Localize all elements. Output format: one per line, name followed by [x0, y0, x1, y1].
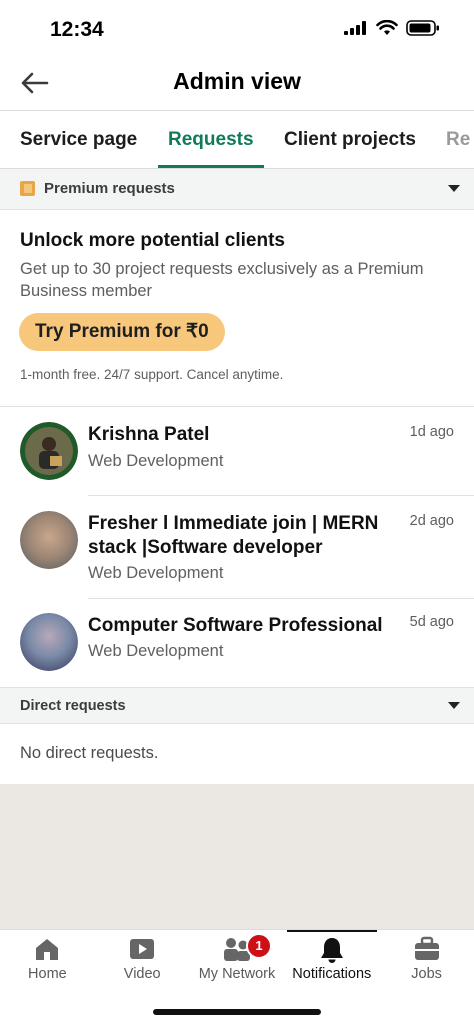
- request-row[interactable]: Computer Software Professional Web Devel…: [0, 599, 474, 687]
- chevron-down-icon: [448, 185, 460, 192]
- home-indicator: [153, 1009, 321, 1015]
- nav-my-network-label: My Network: [198, 966, 276, 982]
- page-title: Admin view: [173, 68, 301, 94]
- battery-icon: [406, 20, 439, 36]
- nav-jobs-label: Jobs: [411, 966, 442, 982]
- try-premium-button[interactable]: Try Premium for ₹0: [19, 313, 225, 351]
- request-name: Krishna Patel: [88, 424, 210, 445]
- premium-requests-label: Premium requests: [44, 180, 175, 197]
- status-icons: [344, 20, 440, 36]
- nav-notifications[interactable]: Notifications: [284, 930, 379, 990]
- signal-icon: [344, 21, 366, 35]
- nav-jobs[interactable]: Jobs: [379, 930, 474, 990]
- bell-icon: [320, 938, 343, 963]
- request-category: Web Development: [88, 642, 224, 660]
- nav-home[interactable]: Home: [0, 930, 95, 990]
- direct-requests-header[interactable]: Direct requests: [0, 687, 474, 724]
- nav-notifications-label: Notifications: [292, 966, 372, 982]
- premium-requests-header[interactable]: Premium requests: [0, 169, 474, 210]
- status-time: 12:34: [50, 18, 104, 41]
- premium-icon: [20, 181, 35, 196]
- briefcase-icon: [414, 936, 439, 960]
- request-category: Web Development: [88, 564, 224, 582]
- request-category: Web Development: [88, 452, 224, 470]
- tab-service-page[interactable]: Service page: [20, 129, 137, 151]
- request-row[interactable]: Fresher l Immediate join | MERN stack |S…: [0, 496, 474, 598]
- home-icon: [36, 939, 59, 960]
- nav-video[interactable]: Video: [95, 930, 190, 990]
- empty-state-text: No direct requests.: [20, 744, 159, 762]
- chevron-down-icon: [448, 702, 460, 709]
- tab-client-projects[interactable]: Client projects: [284, 129, 416, 151]
- nav-video-label: Video: [123, 966, 161, 982]
- request-time: 2d ago: [409, 513, 454, 529]
- request-row[interactable]: Krishna Patel Web Development 1d ago: [0, 407, 474, 495]
- nav-home-label: Home: [28, 966, 67, 982]
- video-icon: [130, 939, 155, 959]
- tab-overflow[interactable]: Re: [446, 129, 470, 151]
- request-name: Computer Software Professional: [88, 615, 383, 636]
- tab-bar: Service page Requests Client projects Re: [0, 111, 474, 169]
- promo-body: Get up to 30 project requests exclusivel…: [20, 260, 424, 300]
- notification-badge: 1: [246, 933, 272, 959]
- avatar: [20, 511, 78, 569]
- tab-requests[interactable]: Requests: [168, 129, 254, 151]
- promo-headline: Unlock more potential clients: [20, 230, 285, 251]
- request-time: 5d ago: [409, 614, 454, 630]
- empty-background: [0, 784, 474, 929]
- request-name: Fresher l Immediate join | MERN stack |S…: [88, 513, 379, 558]
- avatar: [20, 422, 78, 480]
- avatar: [20, 613, 78, 671]
- direct-requests-label: Direct requests: [20, 698, 126, 714]
- wifi-icon: [376, 20, 398, 35]
- request-time: 1d ago: [409, 424, 454, 440]
- promo-note: 1-month free. 24/7 support. Cancel anyti…: [20, 367, 284, 382]
